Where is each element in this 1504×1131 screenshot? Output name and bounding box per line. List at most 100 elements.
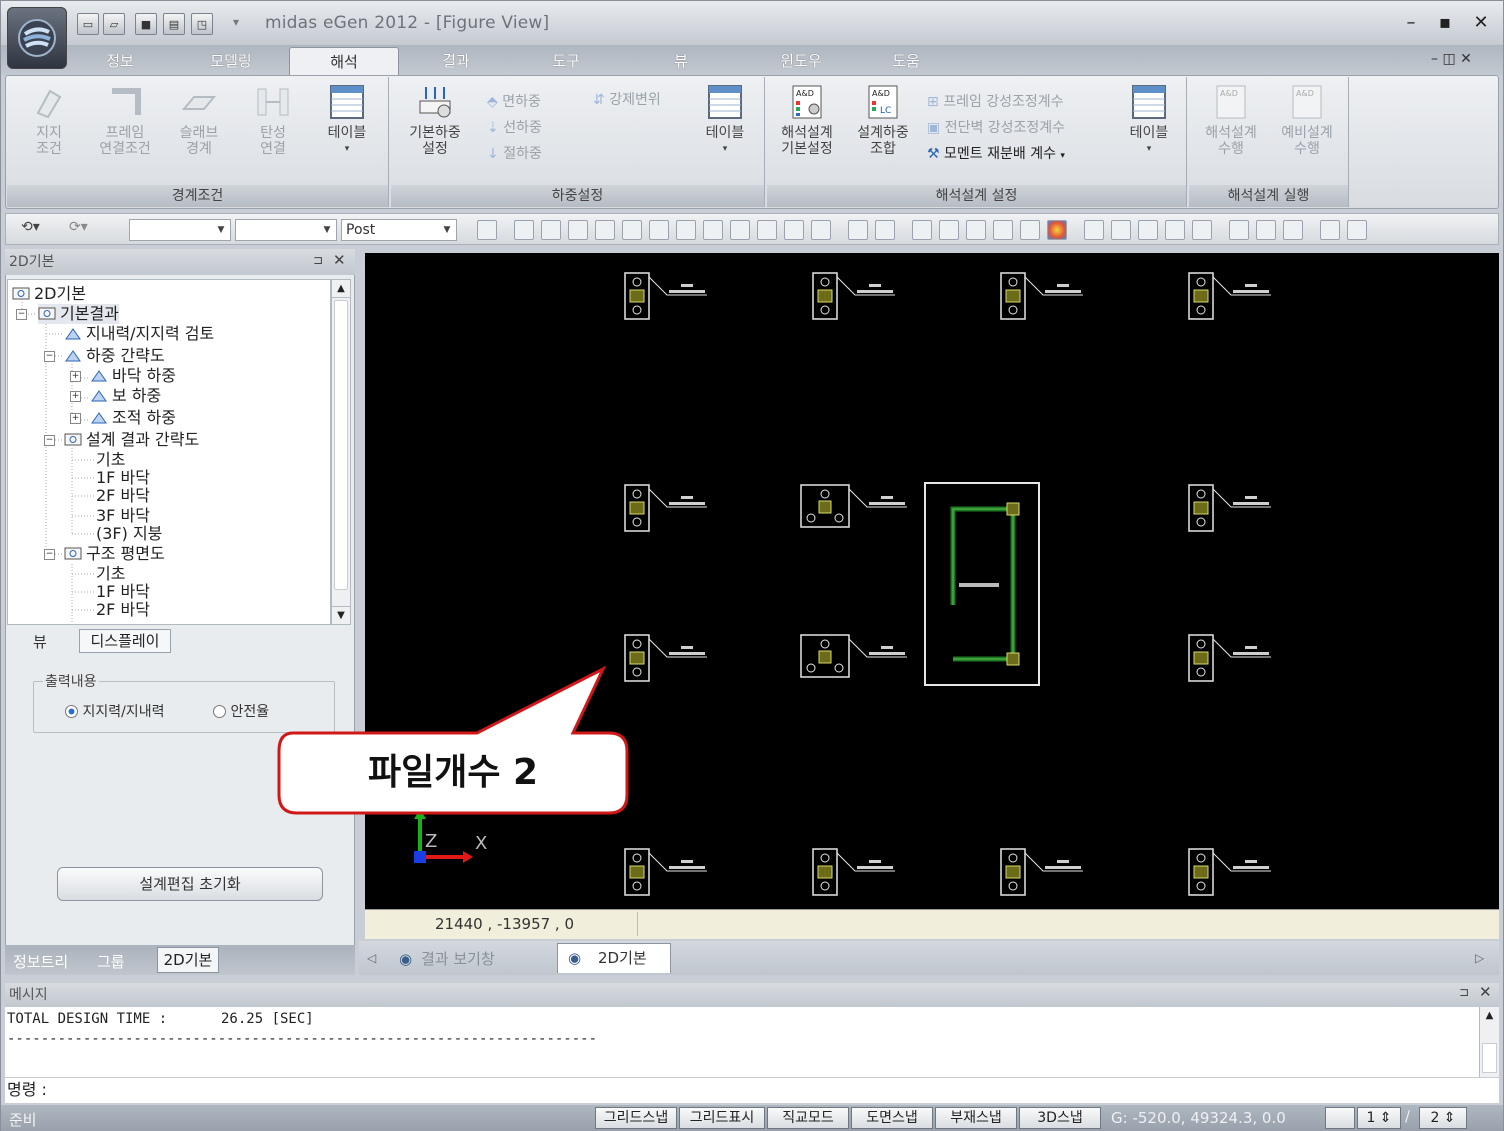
scroll-down-icon[interactable]: ▼ <box>332 606 350 624</box>
refresh-icon[interactable] <box>1138 220 1158 240</box>
rect-icon[interactable] <box>622 220 642 240</box>
boundary-table-button[interactable]: 테이블 ▾ <box>315 83 379 157</box>
pile-footing[interactable] <box>624 848 707 896</box>
run-preliminary-design-button[interactable]: A&D 예비설계 수행 <box>1271 83 1343 157</box>
collapse-icon[interactable]: − <box>44 435 55 446</box>
tree-node[interactable]: 2F 바닥 <box>96 486 150 506</box>
tab-info-tree[interactable]: 정보트리 <box>13 951 68 972</box>
expand-icon[interactable]: + <box>70 371 81 382</box>
pile-footing[interactable] <box>812 272 895 320</box>
print-icon[interactable]: ▤ <box>163 13 185 35</box>
status-blank-box[interactable] <box>1325 1107 1355 1129</box>
member-snap-button[interactable]: 부재스냅 <box>935 1107 1017 1129</box>
radio-bearing[interactable]: 지지력/지내력 <box>65 701 164 721</box>
tree-node[interactable]: 2D기본 <box>12 284 86 304</box>
wall-icon[interactable] <box>939 220 959 240</box>
lock-open-icon[interactable] <box>1320 220 1340 240</box>
grid1-icon[interactable] <box>1084 220 1104 240</box>
tab-scroll-right-icon[interactable]: ▷ <box>1475 951 1484 965</box>
maximize-button[interactable]: ▪ <box>1431 11 1459 35</box>
tab-2d-basic[interactable]: 2D기본 <box>157 947 219 973</box>
member-icon[interactable] <box>1256 220 1276 240</box>
collapse-icon[interactable]: − <box>44 549 55 560</box>
column-icon[interactable] <box>912 220 932 240</box>
pile-footing[interactable] <box>1000 272 1083 320</box>
tab-view[interactable]: 뷰 <box>651 47 711 75</box>
tree-node[interactable]: (3F) 지붕 <box>96 524 162 544</box>
shear-wall-stiffness-button[interactable]: ▣ 전단벽 강성조정계수 <box>927 115 1065 141</box>
undo-button[interactable]: ⟲▾ <box>21 219 40 235</box>
panel-close-icon[interactable]: ✕ <box>1479 983 1492 1001</box>
tree-scrollbar[interactable]: ▲ ▼ <box>331 279 351 625</box>
tree-node[interactable]: 보 하중 <box>90 386 161 406</box>
grid-snap-button[interactable]: 그리드스냅 <box>595 1107 677 1129</box>
scroll-up-icon[interactable]: ▲ <box>1480 1007 1499 1025</box>
shade-icon[interactable] <box>1020 220 1040 240</box>
save-icon[interactable]: ■ <box>135 13 157 35</box>
basic-load-setting-button[interactable]: 기본하중 설정 <box>399 83 471 157</box>
expand-icon[interactable]: + <box>70 413 81 424</box>
minimize-button[interactable]: – <box>1397 11 1425 35</box>
doc-tab-results-view[interactable]: ◉ 결과 보기창 <box>391 945 551 973</box>
design-load-combination-button[interactable]: A&D LC 설계하중 조합 <box>847 83 919 157</box>
tab-display[interactable]: 디스플레이 <box>79 629 171 653</box>
frame-connection-button[interactable]: 프레임 연결조건 <box>93 83 157 157</box>
pile-footing[interactable] <box>1188 848 1271 896</box>
tree-node[interactable]: 지내력/지지력 검토 <box>64 324 214 344</box>
redo-button[interactable]: ⟳▾ <box>69 219 88 235</box>
slab-boundary-button[interactable]: 슬래브 경계 <box>167 83 231 157</box>
tab-window[interactable]: 윈도우 <box>761 47 841 75</box>
tab-tools[interactable]: 도구 <box>531 47 601 75</box>
color-icon[interactable] <box>1047 220 1067 240</box>
pile-footing[interactable] <box>1188 484 1271 532</box>
layer-icon[interactable] <box>848 220 868 240</box>
tab-analysis[interactable]: 해석 <box>289 47 399 75</box>
panel-close-icon[interactable]: ✕ <box>333 251 346 269</box>
tab-modeling[interactable]: 모델링 <box>191 47 271 75</box>
line-load-button[interactable]: ⇣ 선하중 <box>487 115 542 141</box>
node-icon[interactable] <box>1229 220 1249 240</box>
tab-scroll-left-icon[interactable]: ◁ <box>367 951 376 965</box>
pan-icon[interactable] <box>676 220 696 240</box>
tab-group[interactable]: 그룹 <box>97 951 125 972</box>
dimension-icon[interactable] <box>784 220 804 240</box>
ortho-mode-button[interactable]: 직교모드 <box>767 1107 849 1129</box>
fit-icon[interactable] <box>703 220 723 240</box>
grid-display-button[interactable]: 그리드표시 <box>679 1107 765 1129</box>
new-file-icon[interactable]: ▭ <box>77 13 99 35</box>
pointer-icon[interactable] <box>757 220 777 240</box>
pile-footing[interactable] <box>624 634 707 682</box>
tree-node[interactable]: 1F 바닥 <box>96 582 150 602</box>
analysis-table-button[interactable]: 테이블 ▾ <box>1117 83 1181 157</box>
collapse-icon[interactable]: − <box>16 309 27 320</box>
snap-icon[interactable] <box>730 220 750 240</box>
message-scrollbar[interactable]: ▲ <box>1479 1007 1499 1077</box>
story-to-spinner[interactable]: 2 ⇕ <box>1419 1107 1467 1129</box>
moment-redistribution-button[interactable]: ⚒ 모멘트 재분배 계수 ▾ <box>927 141 1065 169</box>
layer2-icon[interactable] <box>875 220 895 240</box>
radio-safety[interactable]: 안전율 <box>213 701 269 721</box>
forced-displacement-button[interactable]: ⇵ 강제변위 <box>593 87 661 113</box>
tree-node[interactable]: 2F 바닥 <box>96 600 150 620</box>
layer-combo[interactable]: ▼ <box>129 219 231 241</box>
select-icon[interactable] <box>514 220 534 240</box>
property-icon[interactable] <box>1283 220 1303 240</box>
area-load-button[interactable]: ⬘ 면하중 <box>487 89 541 115</box>
point-load-button[interactable]: ↓ 절하중 <box>487 141 542 167</box>
frame-stiffness-button[interactable]: ⊞ 프레임 강성조정계수 <box>927 89 1064 115</box>
tree-node[interactable]: 1F 바닥 <box>96 468 150 488</box>
scroll-thumb[interactable] <box>1482 1043 1497 1073</box>
grid2-icon[interactable] <box>1111 220 1131 240</box>
tab-info[interactable]: 정보 <box>87 47 153 75</box>
run-analysis-design-button[interactable]: A&D 해석설계 수행 <box>1195 83 1267 157</box>
tab-help[interactable]: 도움 <box>871 47 941 75</box>
collapse-icon[interactable]: − <box>44 351 55 362</box>
zoom-window-icon[interactable] <box>477 220 497 240</box>
tree-node[interactable]: 3F 바닥 <box>96 506 150 526</box>
pile-footing[interactable] <box>1188 272 1271 320</box>
pile-footing[interactable] <box>624 484 707 532</box>
box-icon[interactable] <box>595 220 615 240</box>
tree-node[interactable]: 기본결과 <box>38 304 119 324</box>
quick-access-dropdown-icon[interactable]: ▾ <box>233 15 239 29</box>
tab-results[interactable]: 결과 <box>421 47 491 75</box>
